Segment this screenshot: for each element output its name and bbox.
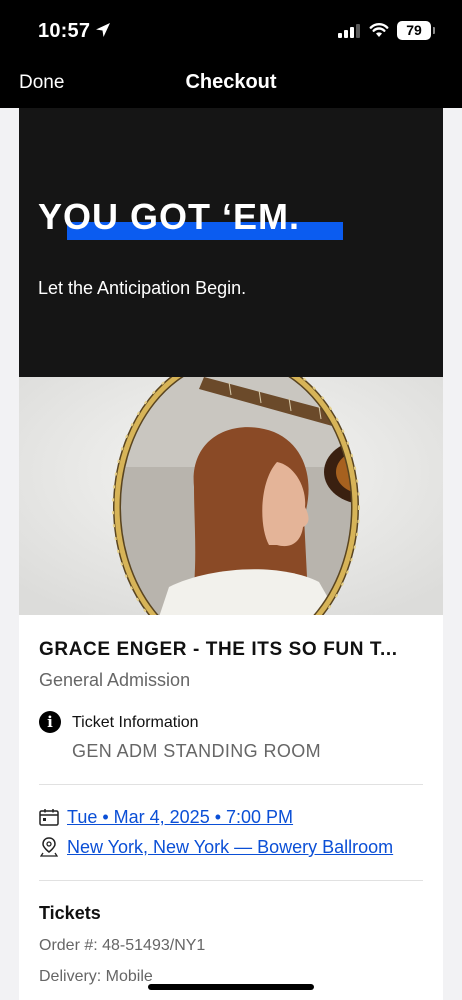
banner-title: YOU GOT ‘EM. — [38, 196, 301, 237]
location-pin-icon — [40, 837, 58, 857]
banner-subtitle: Let the Anticipation Begin. — [38, 278, 247, 298]
event-artist-image — [19, 377, 443, 615]
confirmation-banner: YOU GOT ‘EM. Let the Anticipation Begin. — [19, 108, 443, 377]
cellular-signal-icon — [338, 24, 360, 38]
event-title: GRACE ENGER - THE ITS SO FUN T... — [39, 639, 398, 660]
order-number: Order #: 48-51493/NY1 — [39, 937, 206, 954]
navigation-bar: Done Checkout — [0, 62, 462, 108]
info-icon: i — [39, 711, 61, 733]
battery-indicator: 79 — [397, 21, 435, 40]
tickets-heading: Tickets — [39, 903, 101, 923]
admission-type: General Admission — [39, 670, 191, 690]
calendar-icon — [39, 809, 59, 826]
home-indicator[interactable] — [148, 984, 314, 990]
status-time: 10:57 — [38, 20, 91, 42]
page-title: Checkout — [185, 71, 277, 93]
ticket-information-label: Ticket Information — [72, 714, 199, 731]
delivery-method: Delivery: Mobile — [39, 968, 153, 985]
location-arrow-icon — [96, 23, 110, 37]
ticket-information-value: GEN ADM STANDING ROOM — [72, 741, 322, 761]
wifi-icon — [369, 23, 389, 37]
status-bar: 10:57 79 — [0, 0, 462, 62]
order-confirmation-card: YOU GOT ‘EM. Let the Anticipation Begin. — [19, 108, 443, 1000]
divider — [39, 880, 423, 881]
divider — [39, 784, 423, 785]
event-venue-link[interactable]: New York, New York — Bowery Ballroom — [67, 837, 393, 858]
event-date-link[interactable]: Tue • Mar 4, 2025 • 7:00 PM — [67, 807, 293, 828]
